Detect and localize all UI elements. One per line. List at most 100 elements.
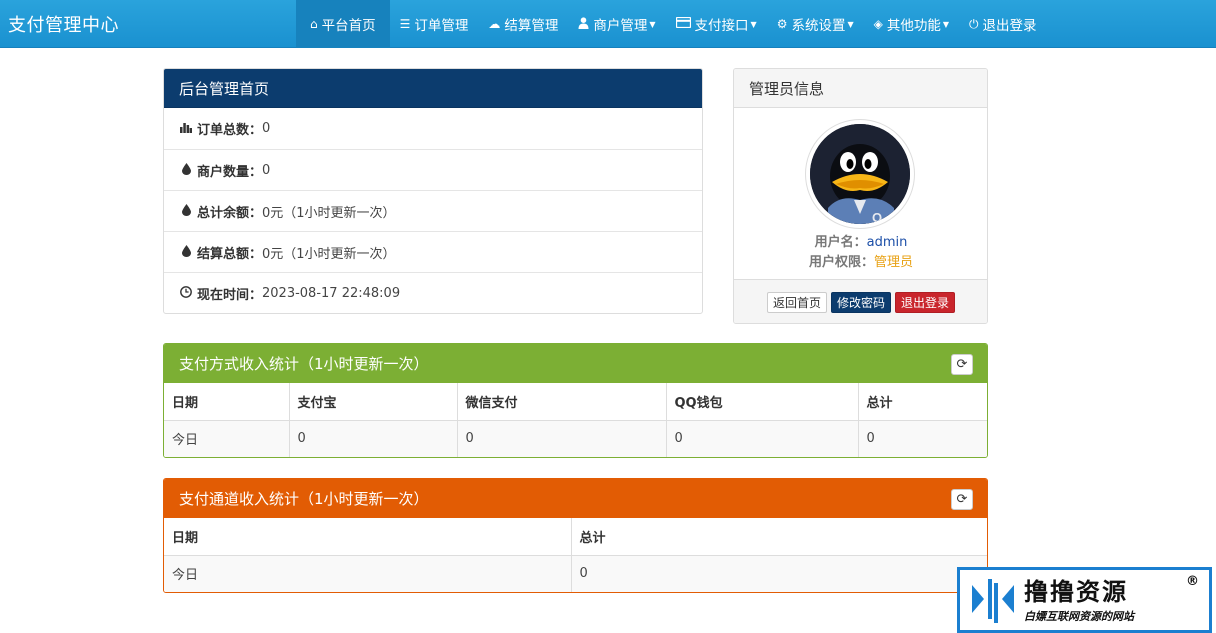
admin-info-panel: 管理员信息 Q 用户名：admin 用户权限：管理员 返回首页 修改密码 退出登… [733, 68, 988, 324]
stat-label: 商户数量： [197, 164, 263, 180]
table-header-row: 日期 支付宝 微信支付 QQ钱包 总计 [164, 383, 987, 421]
caret-down-icon: ▼ [942, 19, 950, 29]
nav-item-label: 订单管理 [414, 18, 469, 34]
admin-panel-title: 管理员信息 [734, 69, 987, 108]
caret-down-icon: ▼ [649, 19, 656, 29]
username-label: 用户名： [814, 235, 867, 250]
nav-item-orders[interactable]: ☰ 订单管理 [390, 0, 479, 48]
refresh-button[interactable]: ⟳ [951, 489, 973, 510]
drop-icon [179, 244, 193, 260]
role-label: 用户权限： [808, 255, 874, 270]
channel-table: 日期 总计 今日 0 [164, 518, 987, 592]
table-cell: 今日 [164, 420, 289, 457]
nav-item-logout[interactable]: ⏻ 退出登录 [959, 0, 1047, 48]
column-header: 日期 [164, 383, 289, 421]
nav-item-settlement[interactable]: ☁ 结算管理 [478, 0, 568, 48]
back-home-button[interactable]: 返回首页 [766, 292, 827, 313]
column-header: 总计 [570, 518, 987, 556]
stat-label: 订单总数： [197, 123, 263, 138]
table-cell: 0 [665, 420, 858, 457]
watermark-subtitle: 白嫖互联网资源的网站 [1024, 610, 1134, 623]
stat-label: 现在时间： [197, 287, 263, 303]
table-row: 今日 0 [164, 555, 987, 592]
list-item: 商户数量： 0 [164, 149, 702, 190]
list-item: 总计余额： 0元（1小时更新一次） [164, 190, 702, 231]
payment-type-table: 日期 支付宝 微信支付 QQ钱包 总计 今日 0 0 0 0 [164, 383, 987, 457]
stat-value: 2023-08-17 22:48:09 [262, 285, 401, 301]
nav-item-label: 商户管理 [593, 18, 648, 34]
change-password-button[interactable]: 修改密码 [830, 292, 891, 313]
role-value: 管理员 [874, 255, 914, 270]
refresh-icon: ⟳ [956, 492, 968, 507]
stat-value: 0元（1小时更新一次） [262, 246, 396, 262]
table-cell: 0 [288, 420, 457, 457]
admin-actions: 返回首页 修改密码 退出登录 [734, 279, 987, 323]
table-cell: 今日 [164, 555, 571, 592]
overview-panel-title: 后台管理首页 [164, 69, 702, 108]
main-nav: ⌂ 平台首页 ☰ 订单管理 ☁ 结算管理 商户管理 ▼ 支付接口 ▼ ⚙ 系统设… [296, 0, 1047, 48]
table-cell: 0 [570, 555, 987, 592]
payment-type-stats-title: 支付方式收入统计（1小时更新一次） [164, 344, 987, 383]
table-row: 今日 0 0 0 0 [164, 420, 987, 457]
logout-button[interactable]: 退出登录 [895, 292, 956, 313]
top-navbar: 支付管理中心 ⌂ 平台首页 ☰ 订单管理 ☁ 结算管理 商户管理 ▼ 支付接口 … [0, 0, 1216, 48]
stat-label: 结算总额： [197, 246, 263, 262]
nav-item-home[interactable]: ⌂ 平台首页 [296, 0, 390, 48]
drop-icon [179, 162, 193, 178]
list-item: 订单总数： 0 [164, 108, 702, 149]
refresh-icon: ⟳ [956, 357, 968, 372]
overview-panel: 后台管理首页 订单总数： 0 商户数量： 0 总计余额： 0元（1小时更新一次） [163, 68, 703, 314]
column-header: 总计 [857, 383, 987, 421]
username-value: admin [866, 235, 908, 250]
clock-icon [179, 285, 193, 301]
stat-value: 0 [262, 162, 271, 178]
column-header: 支付宝 [288, 383, 457, 421]
nav-item-payment-interface[interactable]: 支付接口 ▼ [666, 0, 767, 48]
role-line: 用户权限：管理员 [734, 251, 987, 270]
nav-item-label: 退出登录 [982, 18, 1037, 34]
username-line: 用户名：admin [734, 231, 987, 250]
avatar: Q [805, 119, 915, 229]
registered-mark: ® [1186, 574, 1199, 589]
column-header: QQ钱包 [665, 383, 858, 421]
qq-penguin-avatar-image: Q [810, 124, 910, 224]
channel-stats-title: 支付通道收入统计（1小时更新一次） [164, 479, 987, 518]
table-header-row: 日期 总计 [164, 518, 987, 556]
watermark-logo-icon [972, 579, 1014, 623]
nav-item-label: 支付接口 [694, 18, 749, 34]
nav-item-label: 结算管理 [504, 18, 559, 34]
watermark-badge: 撸撸资源 白嫖互联网资源的网站 ® [957, 567, 1212, 633]
stat-value: 0 [262, 121, 271, 136]
nav-item-other[interactable]: ◈ 其他功能 ▼ [864, 0, 959, 48]
list-icon: ☰ [399, 17, 411, 31]
overview-list: 订单总数： 0 商户数量： 0 总计余额： 0元（1小时更新一次） 结算总额： … [164, 108, 702, 313]
stat-value: 0元（1小时更新一次） [262, 205, 396, 221]
list-item: 现在时间： 2023-08-17 22:48:09 [164, 272, 702, 313]
brand-title[interactable]: 支付管理中心 [8, 11, 119, 37]
nav-item-merchants[interactable]: 商户管理 ▼ [568, 0, 665, 48]
list-item: 结算总额： 0元（1小时更新一次） [164, 231, 702, 272]
column-header: 微信支付 [456, 383, 666, 421]
column-header: 日期 [164, 518, 571, 556]
bar-chart-icon [179, 122, 193, 136]
cube-icon: ◈ [873, 17, 883, 31]
stat-label: 总计余额： [197, 205, 263, 221]
drop-icon [179, 203, 193, 219]
home-icon: ⌂ [310, 17, 318, 31]
refresh-button[interactable]: ⟳ [951, 354, 973, 375]
gear-icon: ⚙ [776, 17, 788, 31]
watermark-text: 撸撸资源 白嫖互联网资源的网站 [1024, 576, 1134, 624]
user-icon [578, 16, 589, 32]
nav-item-system-settings[interactable]: ⚙ 系统设置 ▼ [767, 0, 864, 48]
nav-item-label: 平台首页 [321, 18, 376, 34]
nav-item-label: 其他功能 [886, 18, 941, 34]
table-cell: 0 [456, 420, 666, 457]
cloud-icon: ☁ [488, 17, 501, 31]
caret-down-icon: ▼ [847, 19, 854, 29]
svg-text:Q: Q [872, 210, 882, 224]
power-icon: ⏻ [969, 16, 979, 31]
nav-item-label: 系统设置 [791, 18, 846, 34]
watermark-title: 撸撸资源 [1024, 578, 1128, 606]
payment-type-stats-panel: 支付方式收入统计（1小时更新一次） ⟳ 日期 支付宝 微信支付 QQ钱包 总计 … [163, 343, 988, 458]
credit-card-icon [675, 16, 691, 31]
